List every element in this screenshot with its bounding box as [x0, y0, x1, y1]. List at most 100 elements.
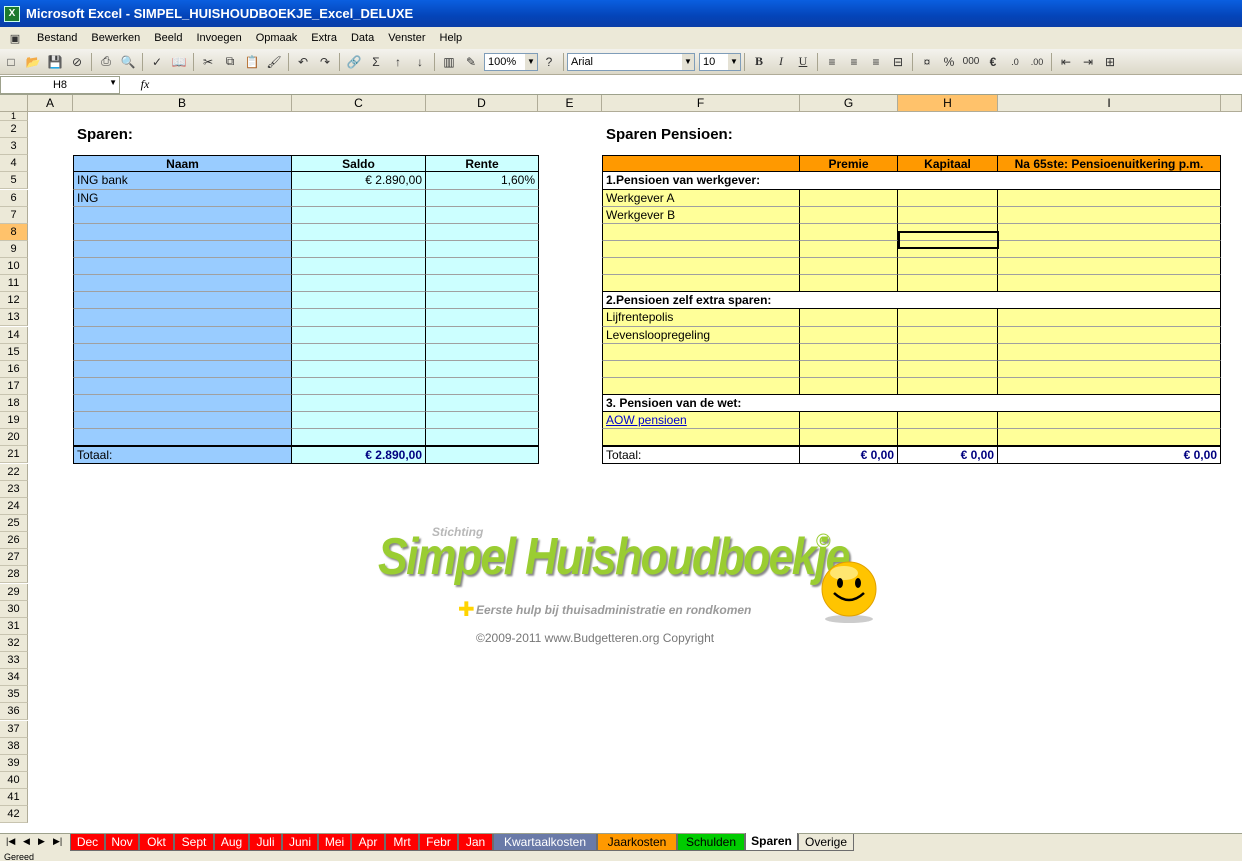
sparen-naam-cell[interactable] — [73, 361, 292, 378]
sparen-rente-cell[interactable] — [426, 395, 539, 412]
row-header[interactable]: 18 — [0, 395, 28, 412]
row-header[interactable]: 35 — [0, 686, 28, 703]
sparen-rente-cell[interactable] — [426, 344, 539, 361]
pensioen-label-cell[interactable]: Werkgever A — [602, 190, 800, 207]
row-header[interactable]: 7 — [0, 207, 28, 224]
pensioen-cell[interactable] — [602, 344, 800, 361]
row-header[interactable]: 39 — [0, 755, 28, 772]
hyperlink-icon[interactable]: 🔗 — [343, 51, 365, 73]
spreadsheet-grid[interactable]: A B C D E F G H I 1 2 3 4 5 6 7 8 9 10 11 12 13 14 15… — [0, 95, 1242, 833]
sparen-saldo-cell[interactable] — [292, 378, 426, 395]
pensioen-section-label[interactable]: 2.Pensioen zelf extra sparen: — [602, 292, 1221, 309]
pensioen-premie-cell[interactable] — [800, 224, 898, 241]
row-header[interactable]: 17 — [0, 378, 28, 395]
sparen-saldo-cell[interactable] — [292, 258, 426, 275]
sheet-tab-febr[interactable]: Febr — [419, 834, 458, 851]
sparen-rente-cell[interactable] — [426, 309, 539, 327]
sparen-rente-cell[interactable] — [426, 429, 539, 446]
sparen-naam-cell[interactable] — [73, 429, 292, 446]
align-center-icon[interactable]: ≡ — [843, 51, 865, 73]
pensioen-premie-cell[interactable] — [800, 378, 898, 395]
sparen-rente-cell[interactable] — [426, 361, 539, 378]
sparen-saldo-cell[interactable]: € 2.890,00 — [292, 172, 426, 190]
row-header[interactable]: 41 — [0, 789, 28, 806]
pensioen-label-cell[interactable]: Werkgever B — [602, 207, 800, 224]
paste-icon[interactable]: 📋 — [241, 51, 263, 73]
new-icon[interactable]: □ — [0, 51, 22, 73]
pensioen-header-blank[interactable] — [602, 155, 800, 172]
pensioen-cell[interactable] — [602, 275, 800, 292]
sheet-tab-sept[interactable]: Sept — [174, 834, 214, 851]
row-header[interactable]: 33 — [0, 652, 28, 669]
merge-center-icon[interactable]: ⊟ — [887, 51, 909, 73]
sheet-tab-nov[interactable]: Nov — [105, 834, 139, 851]
column-header-e[interactable]: E — [538, 95, 602, 112]
sparen-total-saldo[interactable]: € 2.890,00 — [292, 446, 426, 464]
pensioen-label-cell[interactable]: Levensloopregeling — [602, 327, 800, 344]
sparen-saldo-cell[interactable] — [292, 395, 426, 412]
menu-opmaak[interactable]: Opmaak — [249, 32, 305, 44]
sparen-rente-cell[interactable] — [426, 258, 539, 275]
sparen-naam-cell[interactable] — [73, 344, 292, 361]
row-header[interactable]: 36 — [0, 703, 28, 720]
row-header[interactable]: 29 — [0, 584, 28, 601]
pensioen-uitkering-cell[interactable] — [998, 412, 1221, 429]
pensioen-cell[interactable] — [602, 224, 800, 241]
redo-icon[interactable]: ↷ — [314, 51, 336, 73]
save-icon[interactable]: 💾 — [44, 51, 66, 73]
pensioen-cell[interactable] — [602, 361, 800, 378]
sparen-naam-cell[interactable] — [73, 275, 292, 292]
column-header-h[interactable]: H — [898, 95, 998, 112]
cut-icon[interactable]: ✂ — [197, 51, 219, 73]
pensioen-kapitaal-cell[interactable] — [898, 344, 998, 361]
pensioen-label-cell[interactable]: AOW pensioen — [602, 412, 800, 429]
menu-bewerken[interactable]: Bewerken — [84, 32, 147, 44]
sparen-saldo-cell[interactable] — [292, 241, 426, 258]
pensioen-kapitaal-cell[interactable] — [898, 361, 998, 378]
pensioen-premie-cell[interactable] — [800, 241, 898, 258]
pensioen-premie-cell[interactable] — [800, 327, 898, 344]
increase-indent-icon[interactable]: ⇥ — [1077, 51, 1099, 73]
pensioen-kapitaal-cell[interactable] — [898, 190, 998, 207]
chevron-down-icon[interactable]: ▼ — [728, 53, 740, 70]
italic-button[interactable]: I — [770, 51, 792, 73]
active-cell-h8[interactable] — [898, 231, 999, 249]
sparen-rente-cell[interactable] — [426, 292, 539, 309]
row-header[interactable]: 2 — [0, 121, 28, 138]
font-select[interactable]: Arial ▼ — [567, 52, 695, 71]
pensioen-uitkering-cell[interactable] — [998, 344, 1221, 361]
pensioen-premie-cell[interactable] — [800, 429, 898, 446]
pensioen-kapitaal-cell[interactable] — [898, 207, 998, 224]
pensioen-kapitaal-cell[interactable] — [898, 309, 998, 327]
open-icon[interactable]: 📂 — [22, 51, 44, 73]
column-header-c[interactable]: C — [292, 95, 426, 112]
sort-ascending-icon[interactable]: ↑ — [387, 51, 409, 73]
thousands-button[interactable]: 000 — [960, 51, 982, 73]
pensioen-uitkering-cell[interactable] — [998, 327, 1221, 344]
help-icon[interactable]: ? — [538, 51, 560, 73]
pensioen-uitkering-cell[interactable] — [998, 429, 1221, 446]
sparen-rente-cell[interactable] — [426, 378, 539, 395]
document-icon[interactable]: ▣ — [0, 27, 30, 49]
sheet-tab-overige[interactable]: Overige — [798, 834, 854, 851]
menu-help[interactable]: Help — [433, 32, 470, 44]
sparen-saldo-cell[interactable] — [292, 327, 426, 344]
sparen-naam-cell[interactable] — [73, 207, 292, 224]
decrease-indent-icon[interactable]: ⇤ — [1055, 51, 1077, 73]
sparen-saldo-cell[interactable] — [292, 292, 426, 309]
column-header-blank[interactable] — [1221, 95, 1242, 112]
pensioen-total-label[interactable]: Totaal: — [602, 446, 800, 464]
row-header[interactable]: 23 — [0, 481, 28, 498]
pensioen-total-kapitaal[interactable]: € 0,00 — [898, 446, 998, 464]
row-header[interactable]: 27 — [0, 549, 28, 566]
column-header-b[interactable]: B — [73, 95, 292, 112]
fx-icon[interactable]: fx — [120, 77, 170, 92]
pensioen-premie-cell[interactable] — [800, 207, 898, 224]
menu-venster[interactable]: Venster — [381, 32, 432, 44]
sparen-saldo-cell[interactable] — [292, 429, 426, 446]
pensioen-premie-cell[interactable] — [800, 258, 898, 275]
row-header[interactable]: 12 — [0, 292, 28, 309]
row-header[interactable]: 40 — [0, 772, 28, 789]
row-header[interactable]: 9 — [0, 241, 28, 258]
sparen-rente-cell[interactable]: 1,60% — [426, 172, 539, 190]
